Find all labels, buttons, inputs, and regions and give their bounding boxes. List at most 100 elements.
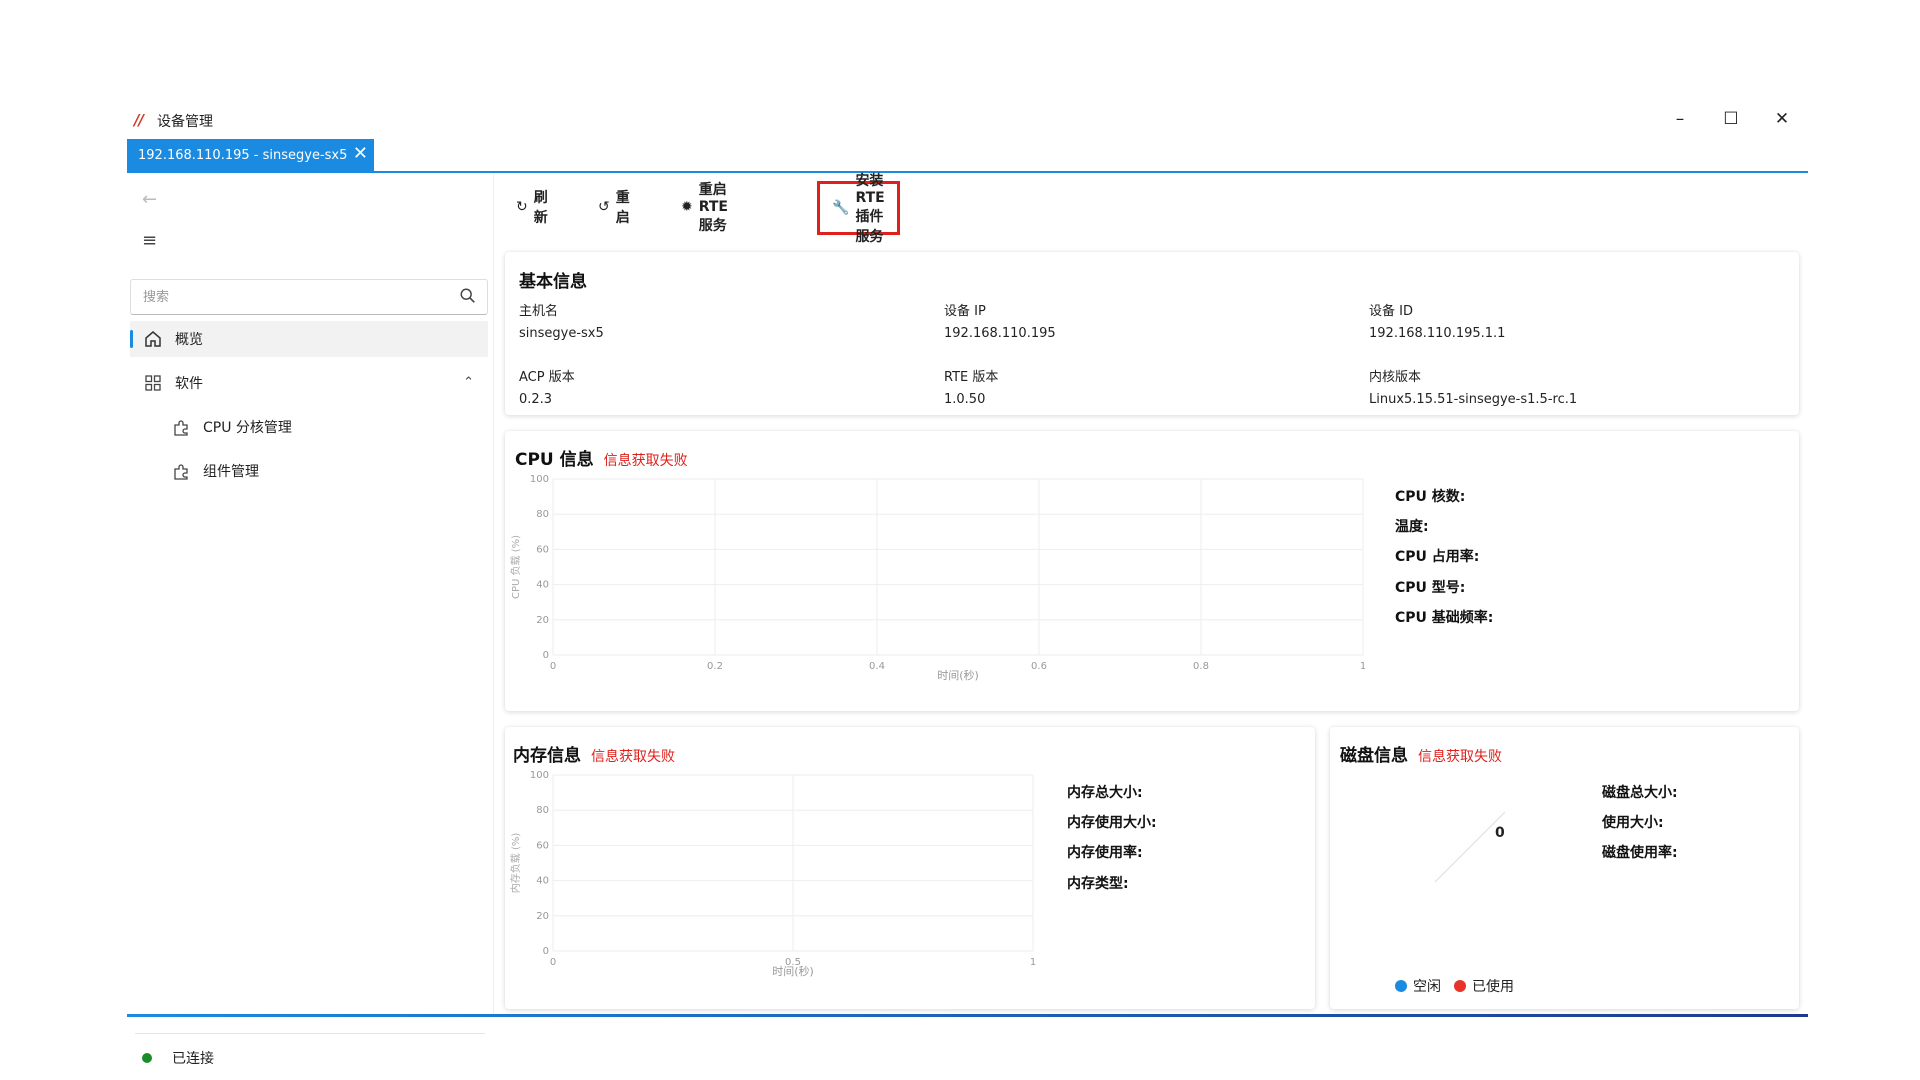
search-input[interactable] <box>131 280 431 314</box>
y-tick-label: 100 <box>530 770 549 781</box>
close-window-button[interactable]: ✕ <box>1767 107 1797 131</box>
search-box <box>130 279 488 315</box>
memory-load-chart: 0204060801000 0.5 1时间(秒)内存负载 (%) <box>509 770 1036 978</box>
window-bottom-border <box>127 1014 1808 1017</box>
pie-leader-line <box>1434 811 1506 883</box>
restart-rte-button[interactable]: ✹ 重启 RTE 服务 <box>681 182 728 234</box>
info-label: RTE 版本 <box>944 370 999 385</box>
legend-item-used[interactable]: 已使用 <box>1454 976 1514 996</box>
memory-stat-label: 内存总大小: <box>1067 785 1143 801</box>
y-tick-label: 20 <box>536 911 549 922</box>
cpu-stat-label: CPU 基础频率: <box>1395 610 1494 626</box>
tab-device[interactable]: 192.168.110.195 - sinsegye-sx5 ✕ <box>127 139 374 171</box>
cpu-info-card: CPU 信息 信息获取失败 0 20 40 60 80 100 0 0.2 0.4 0.6 0.8 1 时… <box>505 431 1799 711</box>
y-tick-label: 0 <box>543 650 549 661</box>
maximize-button[interactable]: ☐ <box>1716 107 1746 131</box>
disk-info-card: 磁盘信息 信息获取失败 0 磁盘总大小: 使用大小: 磁盘使用率: 空闲 已使用 <box>1330 727 1799 1009</box>
sidebar-item-cpu-core-management[interactable]: CPU 分核管理 <box>171 409 292 445</box>
chevron-up-icon[interactable]: ⌃ <box>463 375 474 390</box>
restart-label: 重启 <box>615 190 630 226</box>
y-tick-label: 20 <box>536 615 549 626</box>
y-tick-label: 40 <box>536 876 549 887</box>
disk-title: 磁盘信息 <box>1340 746 1408 766</box>
loading-spinner-icon: ✹ <box>681 199 693 215</box>
sidebar-item-overview[interactable]: 概览 <box>130 321 488 357</box>
install-rte-plugin-button[interactable]: 🔧 安装 RTE 插件服务 <box>817 173 900 245</box>
main-content: ↻ 刷新 ↺ 重启 ✹ 重启 RTE 服务 🔧 安装 RTE 插件服务 基本信息… <box>494 173 1808 1016</box>
cpu-stat-label: CPU 核数: <box>1395 489 1466 505</box>
disk-stat-label: 使用大小: <box>1602 815 1664 831</box>
card-title: 磁盘信息 信息获取失败 <box>1340 741 1502 766</box>
sidebar-sub-item-label: CPU 分核管理 <box>203 420 292 436</box>
disk-error-text: 信息获取失败 <box>1418 749 1502 765</box>
cpu-load-chart: 0 20 40 60 80 100 0 0.2 0.4 0.6 0.8 1 时间(秒) CPU 负载 (%… <box>509 474 1366 682</box>
x-tick-label: 0.2 <box>707 661 723 672</box>
memory-chart: 0 20 40 60 80 100 0 0.5 1 时间(秒) 内存负载 (%) <box>505 767 1065 1002</box>
memory-info-card: 内存信息 信息获取失败 0 20 40 60 80 100 0 0.5 1 时间(秒) 内存负载 (%… <box>505 727 1315 1009</box>
refresh-icon: ↻ <box>516 199 528 215</box>
legend-dot-icon <box>1395 980 1407 992</box>
y-tick-label: 80 <box>536 509 549 520</box>
refresh-button[interactable]: ↻ 刷新 <box>516 183 548 231</box>
info-value: 192.168.110.195 <box>944 326 1056 341</box>
sidebar-item-label: 概览 <box>175 332 203 348</box>
app-logo-icon: // <box>134 111 144 129</box>
sidebar: ← ≡ 概览 软件 ⌃ <box>127 173 493 1067</box>
sidebar-item-label: 软件 <box>175 376 203 392</box>
info-value: sinsegye-sx5 <box>519 326 604 341</box>
connection-status: 已连接 <box>142 1048 214 1068</box>
tab-close-icon[interactable]: ✕ <box>353 143 368 164</box>
puzzle-piece-icon <box>174 464 188 480</box>
info-label: 内核版本 <box>1369 370 1422 385</box>
card-title: CPU 信息 信息获取失败 <box>515 445 688 470</box>
tab-label: 192.168.110.195 - sinsegye-sx5 <box>138 147 348 163</box>
y-axis-label: CPU 负载 (%) <box>509 535 522 599</box>
cpu-stat-label: CPU 型号: <box>1395 580 1466 596</box>
back-arrow-icon[interactable]: ← <box>142 189 157 210</box>
card-title: 基本信息 <box>519 272 587 292</box>
x-tick-label: 0 <box>550 661 556 672</box>
cpu-stat-label: CPU 占用率: <box>1395 549 1480 565</box>
memory-error-text: 信息获取失败 <box>591 749 675 765</box>
disk-stat-label: 磁盘使用率: <box>1602 845 1678 861</box>
legend-item-free[interactable]: 空闲 <box>1395 976 1441 996</box>
x-tick-label: 1 <box>1030 957 1036 968</box>
x-tick-label: 0.8 <box>1193 661 1209 672</box>
device-manager-window: // 设备管理 – ☐ ✕ 192.168.110.195 - sinsegye… <box>127 103 1808 1067</box>
status-dot-icon <box>142 1053 152 1063</box>
restart-icon: ↺ <box>598 199 610 215</box>
minimize-button[interactable]: – <box>1665 107 1695 131</box>
sidebar-item-component-management[interactable]: 组件管理 <box>171 453 259 489</box>
info-label: ACP 版本 <box>519 370 575 385</box>
refresh-label: 刷新 <box>533 190 548 226</box>
wrench-icon: 🔧 <box>832 200 850 216</box>
search-icon[interactable] <box>459 287 477 305</box>
x-tick-label: 0 <box>550 957 556 968</box>
disk-pie-chart <box>1434 811 1506 883</box>
home-icon <box>145 331 161 347</box>
legend-dot-icon <box>1454 980 1466 992</box>
x-tick-label: 0.6 <box>1031 661 1047 672</box>
pie-center-value: 0 <box>1495 825 1505 841</box>
tab-bar: 192.168.110.195 - sinsegye-sx5 ✕ <box>127 139 1808 173</box>
info-label: 设备 ID <box>1369 304 1413 319</box>
x-axis-label: 时间(秒) <box>937 668 979 682</box>
info-value: Linux5.15.51-sinsegye-s1.5-rc.1 <box>1369 392 1578 407</box>
hamburger-menu-icon[interactable]: ≡ <box>142 230 157 251</box>
restart-button[interactable]: ↺ 重启 <box>598 183 630 231</box>
info-value: 0.2.3 <box>519 392 553 407</box>
y-tick-label: 80 <box>536 805 549 816</box>
puzzle-piece-icon <box>174 420 188 436</box>
info-label: 设备 IP <box>944 304 986 319</box>
sidebar-item-software[interactable]: 软件 ⌃ <box>130 365 488 401</box>
x-axis-label: 时间(秒) <box>772 964 814 978</box>
cpu-stat-label: 温度: <box>1395 519 1429 535</box>
restart-rte-label: 重启 RTE 服务 <box>698 182 728 234</box>
legend-label: 空闲 <box>1413 979 1441 995</box>
y-tick-label: 40 <box>536 580 549 591</box>
info-value: 1.0.50 <box>944 392 986 407</box>
memory-stat-label: 内存使用大小: <box>1067 815 1157 831</box>
cpu-chart: 0 20 40 60 80 100 0 0.2 0.4 0.6 0.8 1 时间(秒) CPU 负载 (%… <box>505 471 1366 706</box>
memory-stat-label: 内存类型: <box>1067 876 1129 892</box>
info-label: 主机名 <box>519 304 559 319</box>
